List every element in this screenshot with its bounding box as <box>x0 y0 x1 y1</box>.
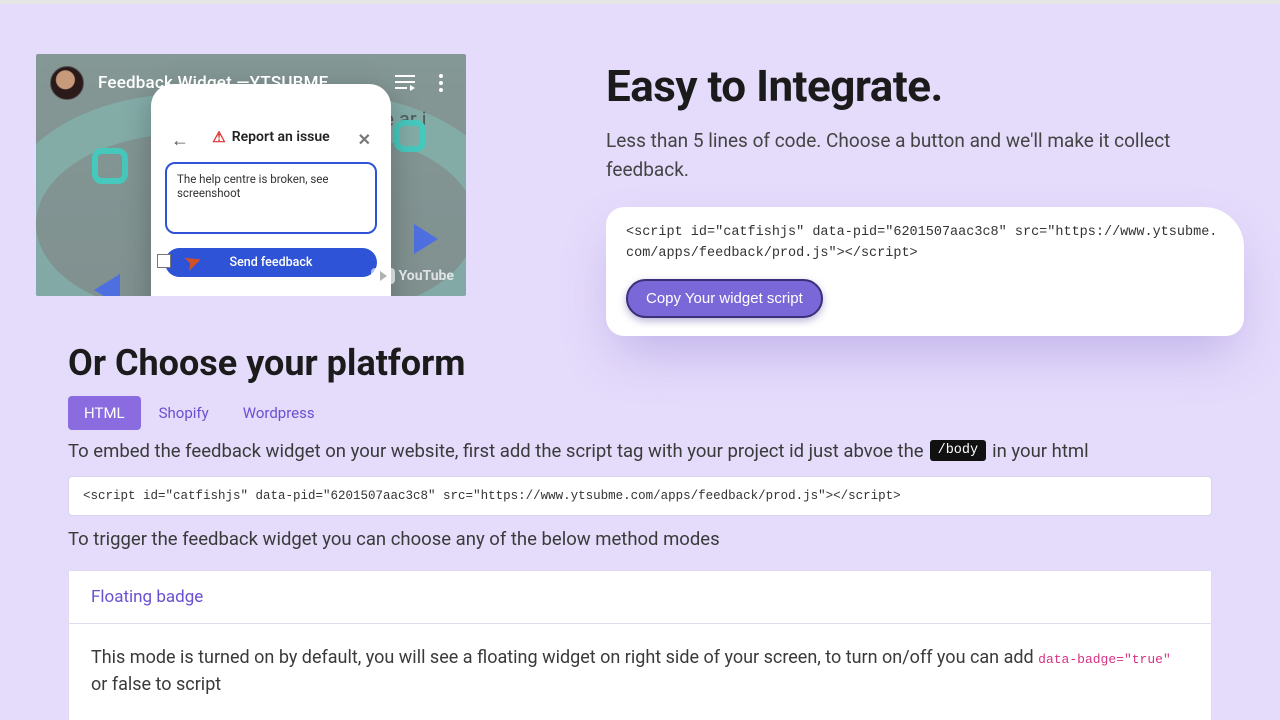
embed-snippet[interactable]: <script id="catfishjs" data-pid="6201507… <box>68 476 1212 516</box>
close-icon: ✕ <box>358 130 371 149</box>
more-icon[interactable] <box>430 72 452 94</box>
platform-tabs: HTML Shopify Wordpress <box>68 396 1212 430</box>
embed-text-pre: To embed the feedback widget on your web… <box>68 440 924 462</box>
trigger-instruction: To trigger the feedback widget you can c… <box>68 528 1212 550</box>
hero-row: Fre ar i ← ⚠ Report an issue ✕ The help … <box>0 4 1280 336</box>
body-tag-badge: /body <box>930 440 987 461</box>
accordion-body-post: or false to script <box>91 674 221 695</box>
decorative-triangle <box>414 224 438 254</box>
hero-copy: Easy to Integrate. Less than 5 lines of … <box>606 54 1244 336</box>
decorative-square <box>394 120 426 152</box>
youtube-label: YouTube <box>399 268 454 284</box>
embed-text-post: in your html <box>992 440 1089 462</box>
back-arrow-icon: ← <box>171 130 189 151</box>
tab-shopify[interactable]: Shopify <box>143 396 225 430</box>
accordion-floating-badge: Floating badge This mode is turned on by… <box>68 570 1212 720</box>
code-card: <script id="catfishjs" data-pid="6201507… <box>606 207 1244 336</box>
video-title[interactable]: Feedback Widget —YTSUBME <box>98 73 380 93</box>
hero-title: Easy to Integrate. <box>606 60 1244 112</box>
warning-icon: ⚠ <box>212 128 225 146</box>
accordion-header[interactable]: Floating badge <box>69 571 1211 624</box>
youtube-logo[interactable]: YouTube <box>371 268 454 284</box>
page-root: Fre ar i ← ⚠ Report an issue ✕ The help … <box>0 4 1280 720</box>
platform-section: Or Choose your platform HTML Shopify Wor… <box>0 336 1280 720</box>
platform-heading: Or Choose your platform <box>68 342 1212 384</box>
tab-html[interactable]: HTML <box>68 396 141 430</box>
phone-header: ← ⚠ Report an issue ✕ <box>165 128 377 146</box>
modes-accordion: Floating badge This mode is turned on by… <box>68 570 1212 720</box>
youtube-play-icon <box>371 268 395 284</box>
code-snippet[interactable]: <script id="catfishjs" data-pid="6201507… <box>626 223 1224 265</box>
tab-wordpress[interactable]: Wordpress <box>227 396 331 430</box>
accordion-body-pre: This mode is turned on by default, you w… <box>91 647 1038 668</box>
decorative-triangle <box>94 274 120 296</box>
hero-subtitle: Less than 5 lines of code. Choose a butt… <box>606 126 1186 185</box>
channel-avatar[interactable] <box>50 66 84 100</box>
phone-textarea: The help centre is broken, see screensho… <box>165 162 377 234</box>
embed-instruction: To embed the feedback widget on your web… <box>68 440 1212 462</box>
phone-heading: Report an issue <box>232 129 330 145</box>
youtube-embed[interactable]: Fre ar i ← ⚠ Report an issue ✕ The help … <box>36 54 466 296</box>
copy-script-button[interactable]: Copy Your widget script <box>626 279 823 318</box>
accordion-body: This mode is turned on by default, you w… <box>69 624 1211 720</box>
decorative-square <box>92 148 128 184</box>
playlist-icon[interactable] <box>394 72 416 94</box>
inline-code: data-badge="true" <box>1038 652 1171 667</box>
